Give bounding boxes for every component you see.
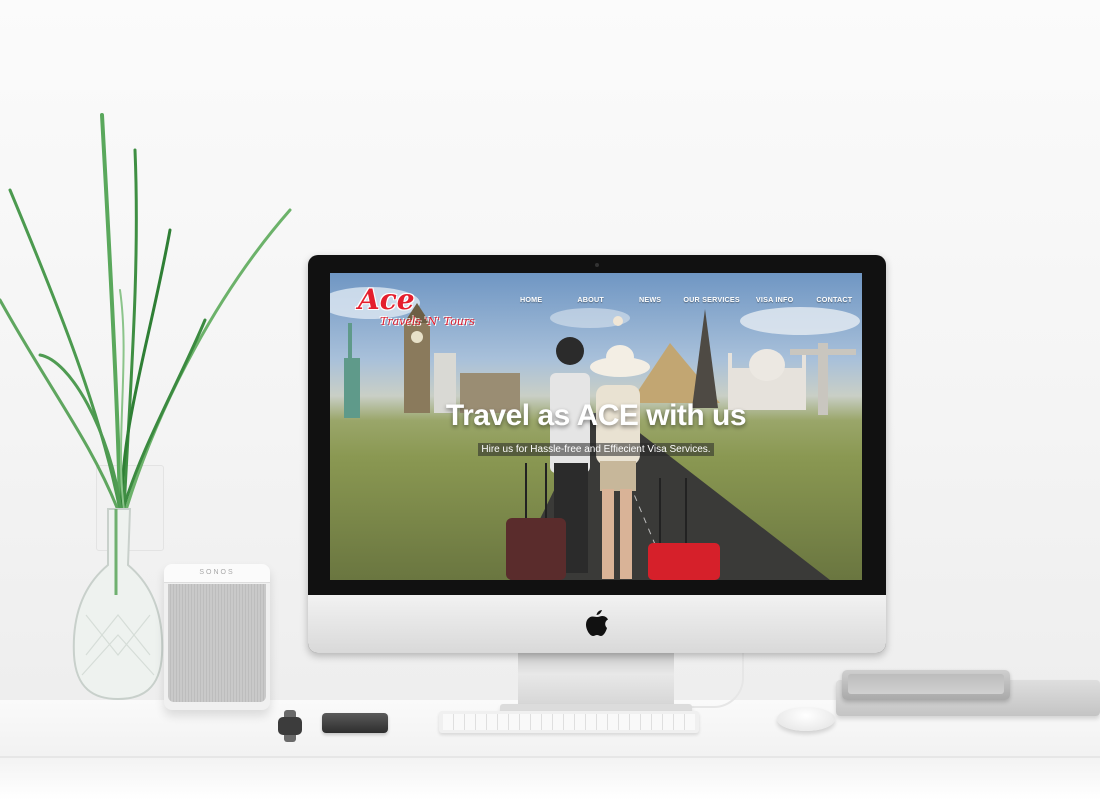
- nav-item-news[interactable]: NEWS: [639, 295, 661, 304]
- hero-subtitle: Hire us for Hassle-free and Effiecient V…: [478, 443, 714, 456]
- smart-watch: [278, 710, 302, 742]
- nav-item-visa-info[interactable]: VISA INFO: [756, 295, 793, 304]
- keyboard-keys: [443, 714, 695, 730]
- keyboard: [439, 711, 699, 733]
- desk-edge: [0, 756, 1100, 758]
- nav-item-contact[interactable]: CONTACT: [816, 295, 852, 304]
- sonos-speaker: SONOS: [164, 564, 270, 710]
- imac-stand: [518, 651, 674, 709]
- nav-item-about[interactable]: ABOUT: [577, 295, 604, 304]
- imac-chin: [308, 595, 886, 653]
- website-screen: Ace Travels 'N' Tours HOME ABOUT NEWS OU…: [330, 273, 862, 580]
- tablet: [842, 670, 1010, 700]
- site-logo[interactable]: Ace Travels 'N' Tours: [358, 283, 518, 337]
- nav-item-home[interactable]: HOME: [520, 295, 542, 304]
- apple-logo-icon: [586, 610, 608, 636]
- camera-dot: [595, 263, 599, 267]
- glass-vase: [72, 508, 164, 701]
- tablet-screen: [848, 674, 1004, 694]
- speaker-top: SONOS: [164, 564, 270, 583]
- hero-title: Travel as ACE with us: [445, 399, 747, 432]
- plant-leaves: [0, 113, 292, 512]
- speaker-grille: [168, 584, 266, 702]
- main-nav: HOME ABOUT NEWS OUR SERVICES VISA INFO C…: [516, 295, 852, 304]
- nav-item-our-services[interactable]: OUR SERVICES: [683, 295, 740, 304]
- power-cable: [674, 650, 744, 708]
- hero-subtitle-wrap: Hire us for Hassle-free and Effiecient V…: [330, 439, 862, 457]
- speaker-brand-label: SONOS: [199, 569, 235, 576]
- logo-wordmark: Ace: [358, 283, 415, 316]
- magic-mouse: [777, 707, 835, 731]
- smartphone: [322, 713, 388, 733]
- logo-tagline: Travels 'N' Tours: [380, 315, 475, 328]
